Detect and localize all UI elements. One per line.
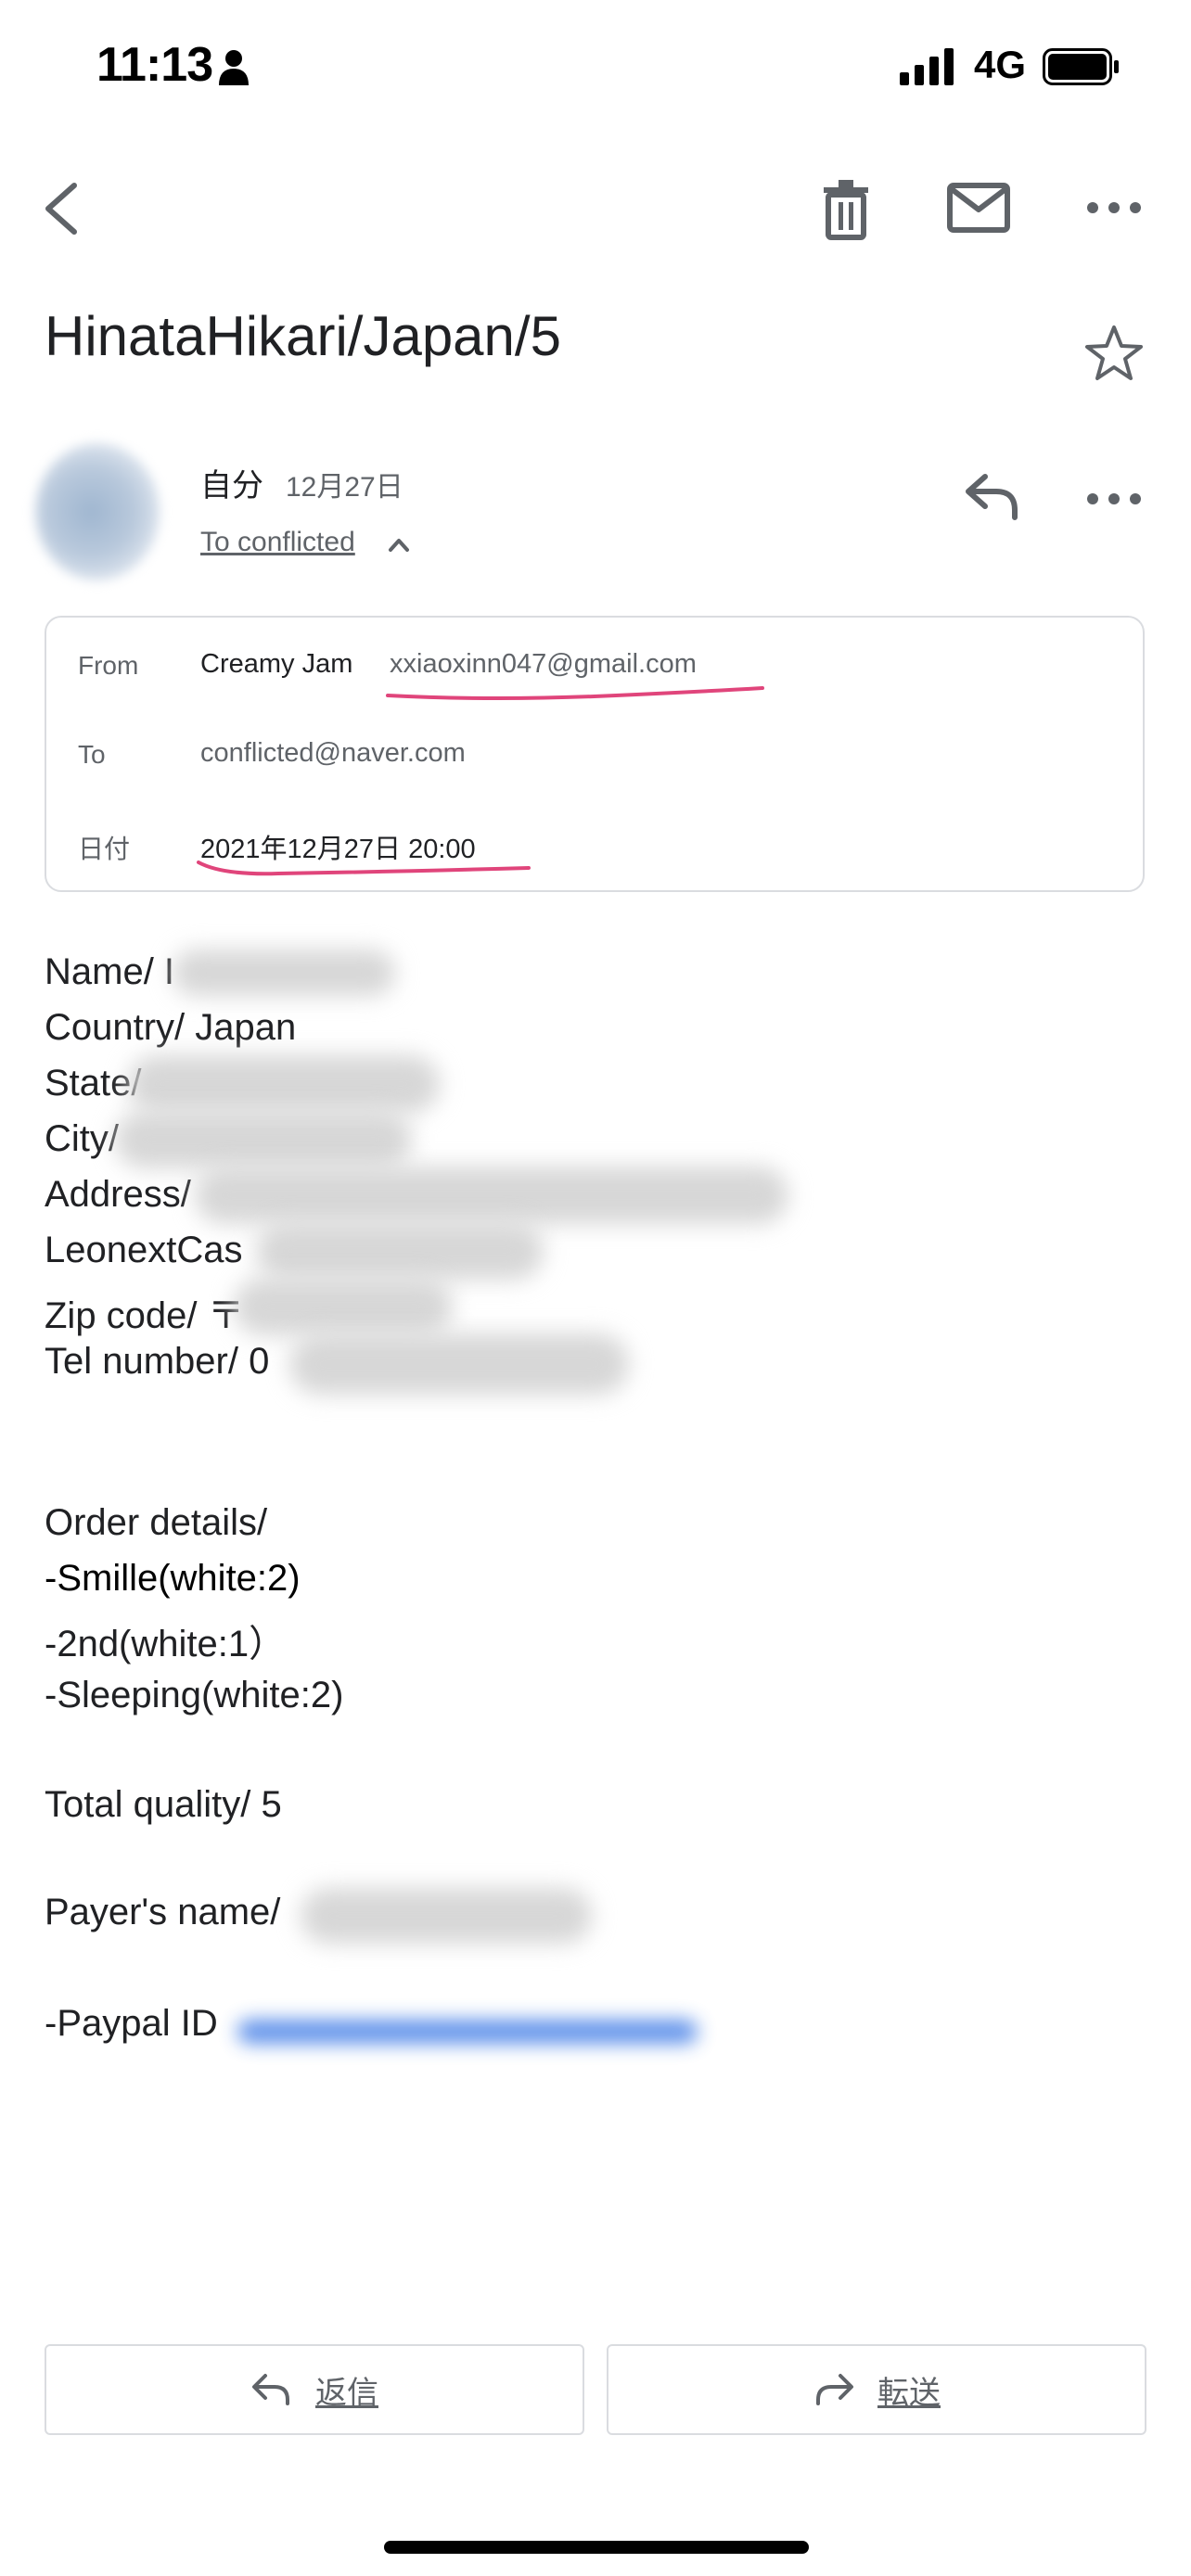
body-zip: Zip code/ 〒 (45, 1295, 245, 1336)
mark-unread-mail-icon[interactable] (946, 180, 1011, 236)
chevron-up-icon[interactable] (388, 536, 410, 553)
forward-button-label: 転送 (877, 2375, 941, 2411)
redaction-blur (256, 1222, 544, 1280)
trash-icon[interactable] (818, 176, 874, 241)
from-name: Creamy Jam (200, 649, 353, 679)
order-item: -2nd(white:1） (45, 1624, 287, 1664)
order-item: -Smille(white:2) (45, 1558, 301, 1599)
network-label: 4G (974, 43, 1027, 86)
handwritten-underline-from (386, 686, 764, 700)
sender-name: 自分 (200, 468, 263, 504)
email-subject: HinataHikari/Japan/5 (45, 305, 561, 367)
status-time: 11:13 (96, 38, 213, 92)
more-sender-options-icon[interactable] (1083, 480, 1145, 517)
from-label: From (78, 651, 139, 680)
more-options-icon[interactable] (1083, 189, 1145, 226)
to-value[interactable]: conflicted@naver.com (200, 738, 466, 769)
avatar (35, 443, 160, 580)
body-total: Total quality/ 5 (45, 1784, 282, 1825)
body-name: Name/ I (45, 951, 175, 992)
order-heading: Order details/ (45, 1502, 268, 1543)
back-arrow-icon[interactable] (37, 176, 87, 241)
cellular-signal-icon (900, 48, 954, 85)
body-state: State/ (45, 1063, 142, 1103)
body-leonext: LeonextCas (45, 1230, 243, 1270)
to-label: To (78, 740, 106, 769)
reply-arrow-icon (252, 2374, 289, 2405)
battery-icon (1043, 48, 1119, 85)
body-paypal: -Paypal ID (45, 2003, 218, 2044)
forward-button[interactable]: 転送 (607, 2344, 1146, 2435)
handwritten-underline-date (197, 861, 531, 876)
redaction-blur (115, 1111, 412, 1168)
redaction-blur (173, 950, 395, 996)
reply-button-label: 返信 (315, 2375, 378, 2411)
person-icon (219, 50, 249, 85)
reply-button[interactable]: 返信 (45, 2344, 584, 2435)
sender-date: 12月27日 (286, 472, 403, 503)
body-city: City/ (45, 1118, 119, 1159)
body-tel: Tel number/ 0 (45, 1341, 270, 1382)
redaction-blur (301, 1888, 592, 1944)
redaction-blur (128, 1055, 440, 1113)
recipient-details-toggle[interactable]: To conflicted (200, 527, 355, 558)
paypal-link-redacted[interactable] (237, 2020, 698, 2044)
from-email[interactable]: xxiaoxinn047@gmail.com (390, 649, 697, 680)
reply-icon[interactable] (963, 471, 1020, 521)
redaction-blur (234, 1278, 453, 1335)
date-label: 日付 (78, 835, 131, 863)
redaction-blur (195, 1167, 788, 1224)
body-address: Address/ (45, 1174, 191, 1215)
redaction-blur (289, 1333, 629, 1395)
star-icon[interactable] (1083, 323, 1145, 384)
body-country: Country/ Japan (45, 1007, 297, 1048)
home-indicator[interactable] (384, 2541, 809, 2554)
forward-arrow-icon (816, 2374, 853, 2405)
order-item: -Sleeping(white:2) (45, 1675, 344, 1715)
body-payer: Payer's name/ (45, 1892, 281, 1932)
